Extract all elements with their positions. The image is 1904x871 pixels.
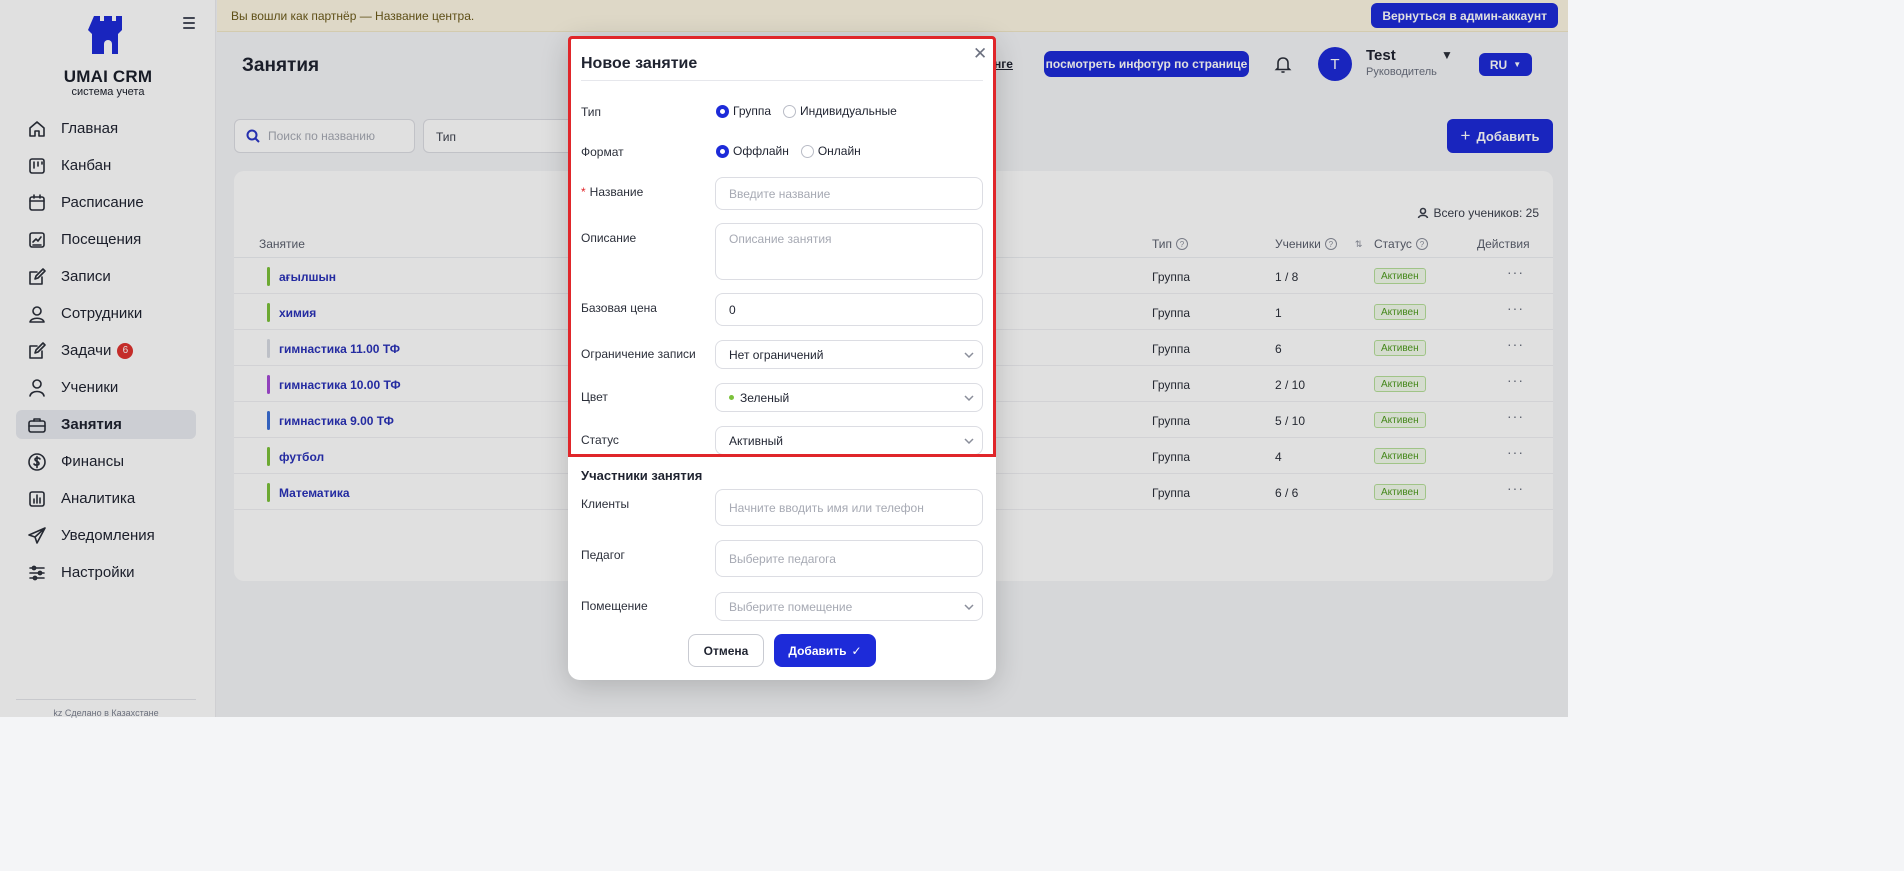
room-select-placeholder: Выберите помещение — [729, 599, 853, 614]
description-label: Описание — [581, 231, 637, 245]
name-label: * Название — [581, 185, 643, 199]
required-asterisk: * — [581, 185, 586, 199]
chevron-down-icon — [964, 392, 974, 402]
name-label-text: Название — [589, 185, 644, 199]
new-class-modal: Новое занятие ✕ Тип Группа Индивидуальны… — [568, 36, 996, 680]
color-label: Цвет — [581, 390, 608, 404]
status-select[interactable]: Активный — [715, 426, 983, 455]
limit-select-value: Нет ограничений — [729, 347, 824, 362]
chevron-down-icon — [964, 601, 974, 611]
radio-label: Индивидуальные — [800, 104, 897, 118]
type-label: Тип — [581, 105, 602, 119]
teacher-input[interactable]: Выберите педагога — [715, 540, 983, 577]
color-select-value: Зеленый — [740, 390, 790, 405]
color-dot — [729, 395, 734, 400]
radio-unselected[interactable] — [800, 144, 814, 158]
price-label: Базовая цена — [581, 301, 657, 315]
radio-label: Оффлайн — [733, 144, 789, 158]
status-select-value: Активный — [729, 433, 783, 448]
radio-label: Онлайн — [817, 144, 861, 158]
description-textarea[interactable]: Описание занятия — [715, 223, 983, 280]
submit-add-button[interactable]: Добавить ✓ — [774, 634, 876, 667]
radio-unselected[interactable] — [783, 104, 797, 118]
check-icon: ✓ — [851, 643, 862, 658]
price-input[interactable]: 0 — [715, 293, 983, 326]
format-radio-group: Оффлайн Онлайн — [716, 144, 869, 158]
radio-label: Группа — [733, 104, 772, 118]
close-icon[interactable]: ✕ — [973, 44, 987, 64]
type-option-individual[interactable]: Индивидуальные — [783, 104, 897, 118]
format-option-online[interactable]: Онлайн — [800, 144, 861, 158]
room-select[interactable]: Выберите помещение — [715, 592, 983, 621]
modal-divider — [581, 80, 983, 81]
radio-selected[interactable] — [716, 144, 729, 158]
status-label: Статус — [581, 433, 619, 447]
cancel-button[interactable]: Отмена — [688, 634, 764, 667]
radio-selected[interactable] — [716, 104, 729, 118]
format-label: Формат — [581, 145, 624, 159]
name-input[interactable]: Введите название — [715, 177, 983, 210]
modal-title: Новое занятие — [581, 55, 698, 72]
limit-select[interactable]: Нет ограничений — [715, 340, 983, 369]
type-radio-group: Группа Индивидуальные — [716, 104, 905, 118]
participants-title: Участники занятия — [581, 468, 703, 483]
clients-label: Клиенты — [581, 497, 630, 511]
color-select[interactable]: Зеленый — [715, 383, 983, 412]
room-label: Помещение — [581, 599, 648, 613]
type-option-group[interactable]: Группа — [716, 104, 771, 118]
submit-add-label: Добавить — [788, 643, 847, 658]
teacher-label: Педагог — [581, 548, 625, 562]
chevron-down-icon — [964, 435, 974, 445]
format-option-offline[interactable]: Оффлайн — [716, 144, 789, 158]
chevron-down-icon — [964, 349, 974, 359]
clients-input[interactable]: Начните вводить имя или телефон — [715, 489, 983, 526]
limit-label: Ограничение записи — [581, 347, 696, 361]
